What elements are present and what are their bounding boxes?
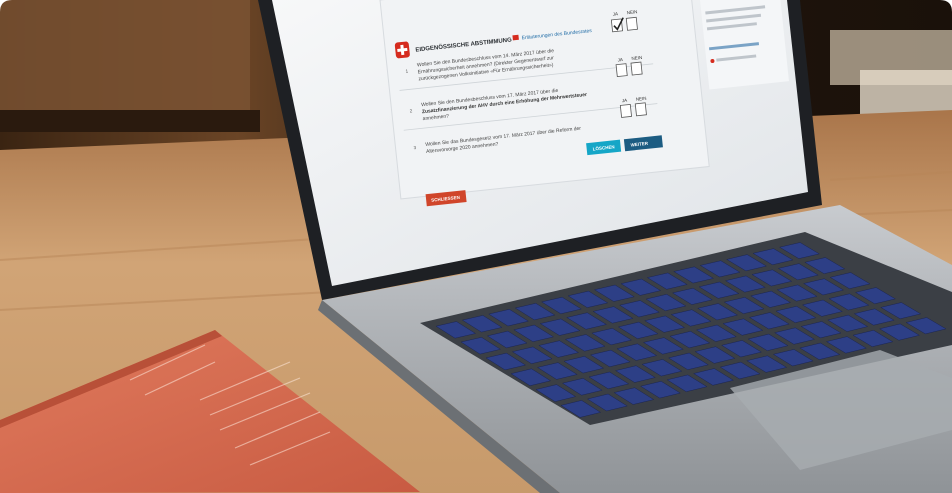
yes-checkbox[interactable] [615,63,628,78]
col-yes-label: JA [622,98,628,104]
yes-checkbox[interactable] [619,103,632,118]
photo-scene: EIDGENÖSSISCHE ABSTIMMUNG Erläuterungen … [0,0,952,493]
no-checkbox[interactable] [625,16,638,31]
scene-svg: EIDGENÖSSISCHE ABSTIMMUNG Erläuterungen … [0,0,952,493]
col-yes-label: JA [617,57,623,63]
no-checkbox[interactable] [634,102,647,117]
background-box-right [860,70,952,115]
col-yes-label: JA [613,11,619,17]
no-checkbox[interactable] [630,61,643,76]
shelf-shadow [0,110,260,132]
document-icon [512,34,519,41]
background-shelf-left [0,0,250,115]
screen-sidebar [700,0,789,90]
